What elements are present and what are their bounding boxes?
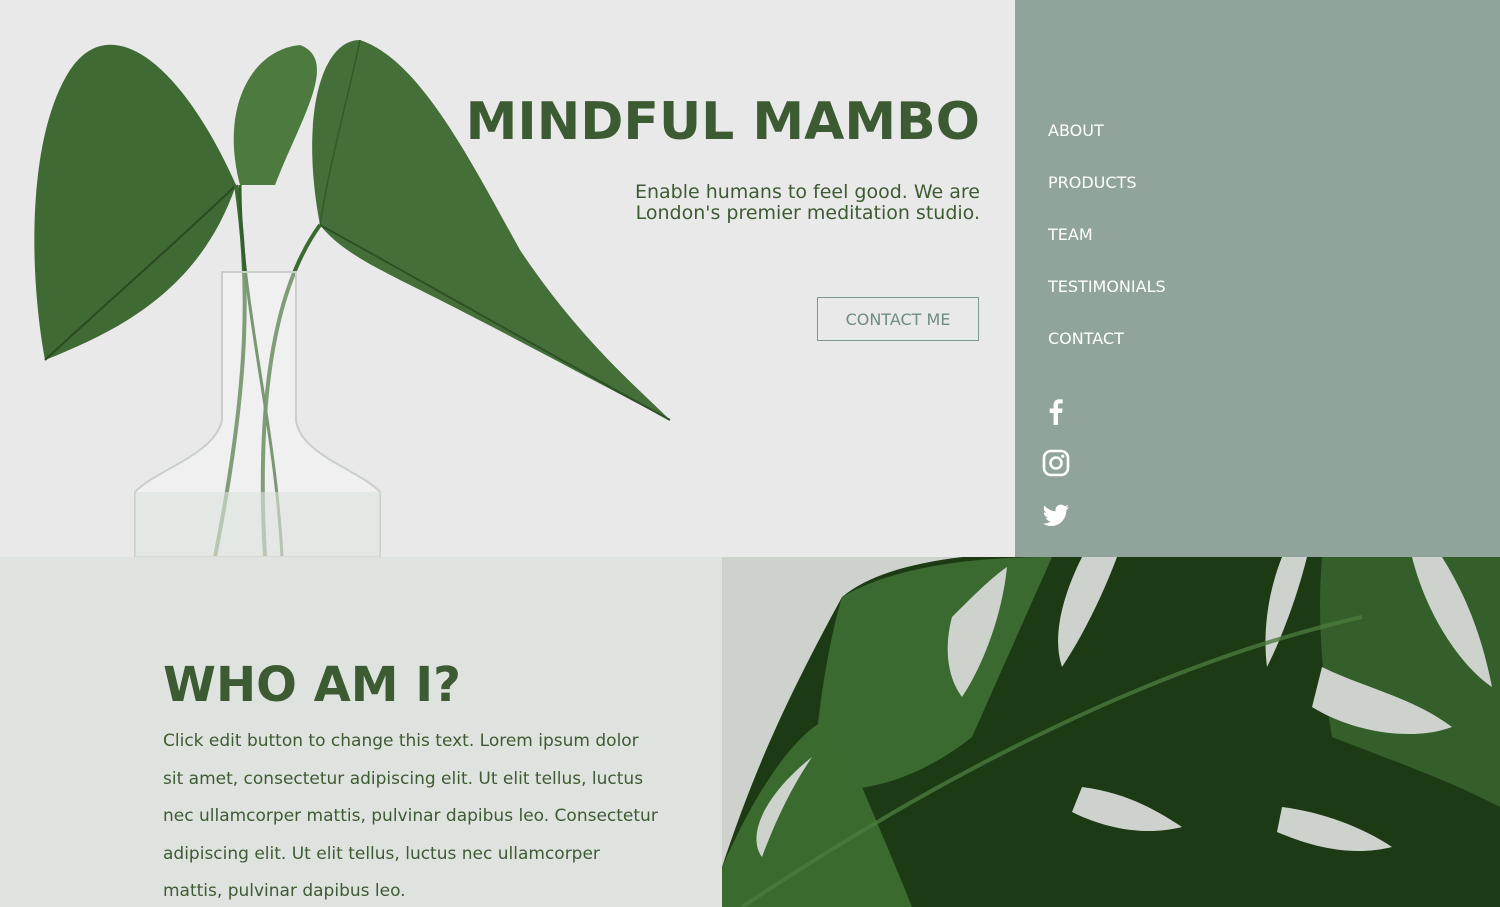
about-body-text: Click edit button to change this text. L… <box>163 731 658 901</box>
brand-tagline: Enable humans to feel good. We are Londo… <box>634 181 980 224</box>
about-heading: WHO AM I? <box>163 657 461 713</box>
brand-title: MINDFUL MAMBO <box>465 92 980 152</box>
nav-item-contact[interactable]: CONTACT <box>1048 326 1166 378</box>
nav-item-about[interactable]: ABOUT <box>1048 118 1166 170</box>
nav-menu: ABOUT PRODUCTS TEAM TESTIMONIALS CONTACT <box>1048 118 1166 378</box>
nav-item-products[interactable]: PRODUCTS <box>1048 170 1166 222</box>
nav-item-team[interactable]: TEAM <box>1048 222 1166 274</box>
monstera-leaf-illustration <box>722 557 1500 907</box>
instagram-icon[interactable] <box>1041 448 1071 478</box>
plant-in-vase-image <box>34 39 671 557</box>
page: MINDFUL MAMBO Enable humans to feel good… <box>0 0 1500 907</box>
nav-item-testimonials[interactable]: TESTIMONIALS <box>1048 274 1166 326</box>
social-links <box>1041 396 1071 552</box>
hero-section: MINDFUL MAMBO Enable humans to feel good… <box>0 0 1015 557</box>
monstera-leaf-image <box>722 557 1500 907</box>
side-navigation: ABOUT PRODUCTS TEAM TESTIMONIALS CONTACT <box>1015 0 1500 557</box>
contact-me-button[interactable]: CONTACT ME <box>817 297 979 341</box>
facebook-icon[interactable] <box>1041 396 1071 426</box>
twitter-icon[interactable] <box>1041 500 1071 530</box>
about-section: WHO AM I? Click edit button to change th… <box>0 557 722 907</box>
